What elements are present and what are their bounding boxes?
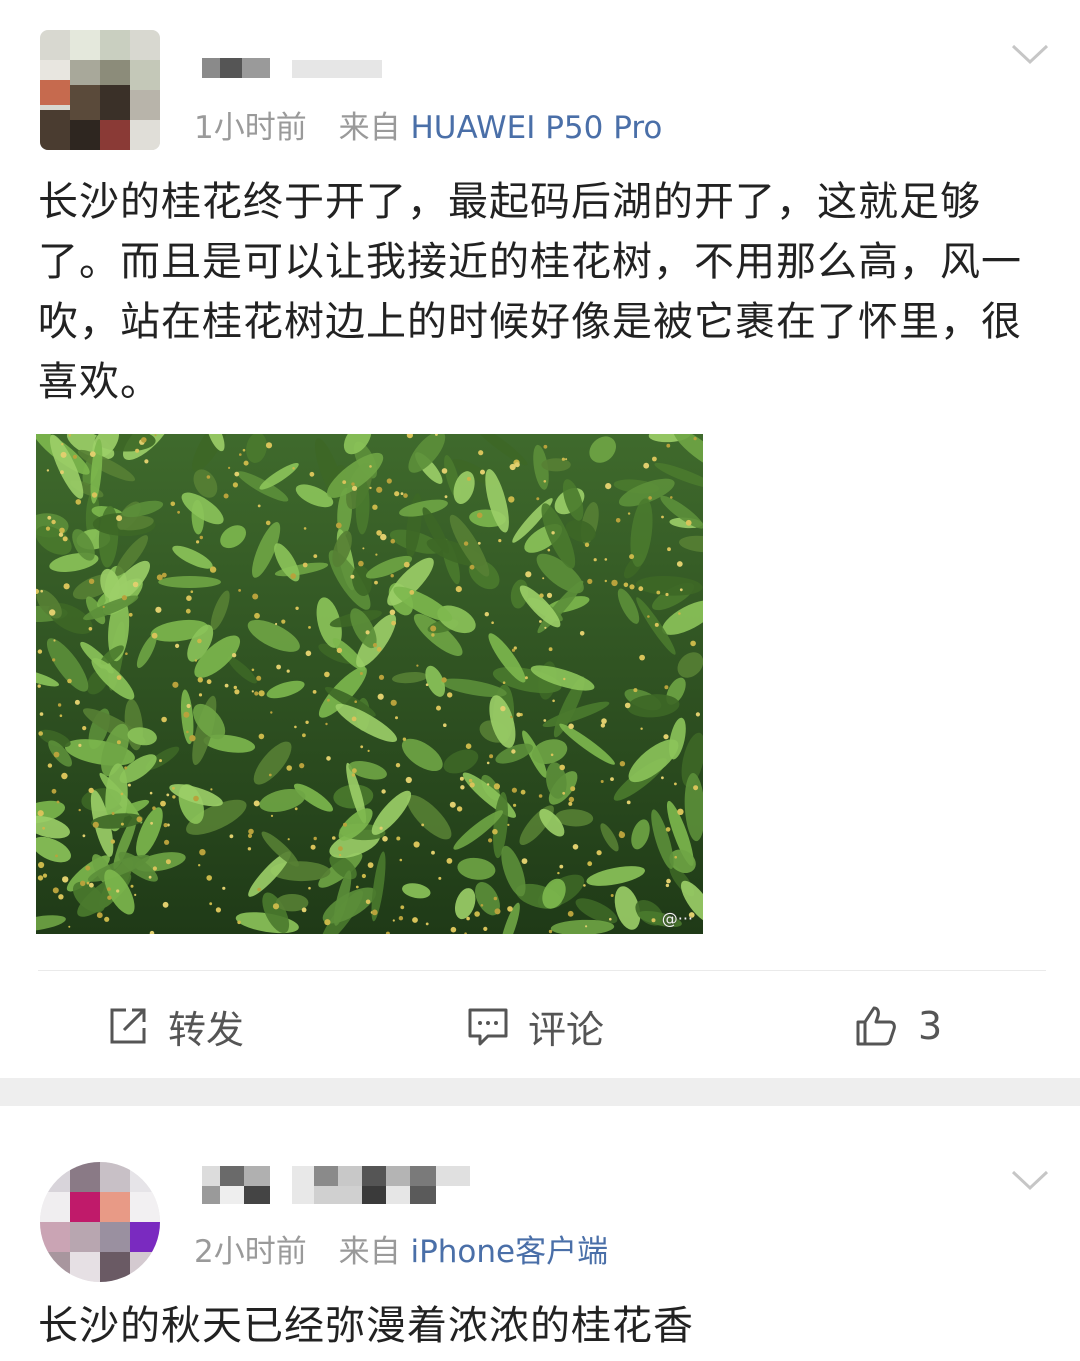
like-icon [856, 1006, 896, 1046]
image-watermark: @··· [661, 909, 693, 928]
username-redacted[interactable] [200, 56, 400, 82]
comment-label: 评论 [528, 1007, 605, 1052]
source-prefix: 来自 [338, 1234, 401, 1270]
avatar[interactable] [40, 30, 160, 150]
repost-button[interactable]: 转发 [106, 1000, 244, 1052]
source-prefix: 来自 [338, 110, 401, 146]
post-image[interactable]: @··· [36, 434, 703, 934]
repost-icon [110, 1008, 146, 1044]
comment-icon [468, 1008, 508, 1046]
post-text: 长沙的秋天已经弥漫着浓浓的桂花香 [38, 1303, 694, 1349]
post-time: 2小时前 [194, 1234, 307, 1270]
post-separator [0, 1078, 1080, 1106]
device-link[interactable]: iPhone客户端 [410, 1234, 608, 1270]
like-button[interactable]: 3 [854, 1000, 942, 1052]
username-redacted[interactable] [200, 1164, 480, 1204]
weibo-post: 1小时前 来自 HUAWEI P50 Pro 长沙的桂花终于开了，最起码后湖的开… [0, 0, 1080, 1078]
action-bar: 转发 评论 3 [0, 1000, 1080, 1052]
repost-label: 转发 [168, 1007, 245, 1052]
weibo-post: 2小时前 来自 iPhone客户端 长沙的秋天已经弥漫着浓浓的桂花香 [0, 1106, 1080, 1361]
divider [38, 970, 1046, 971]
post-meta: 2小时前 来自 iPhone客户端 [194, 1226, 608, 1271]
device-link[interactable]: HUAWEI P50 Pro [410, 110, 662, 146]
comment-button[interactable]: 评论 [466, 1000, 604, 1052]
chevron-down-icon[interactable] [1010, 1166, 1050, 1194]
post-meta: 1小时前 来自 HUAWEI P50 Pro [194, 102, 662, 147]
post-text: 长沙的桂花终于开了，最起码后湖的开了，这就足够了。而且是可以让我接近的桂花树，不… [38, 179, 1022, 405]
avatar[interactable] [40, 1162, 160, 1282]
post-time: 1小时前 [194, 110, 307, 146]
like-count: 3 [918, 1004, 943, 1048]
chevron-down-icon[interactable] [1010, 40, 1050, 68]
